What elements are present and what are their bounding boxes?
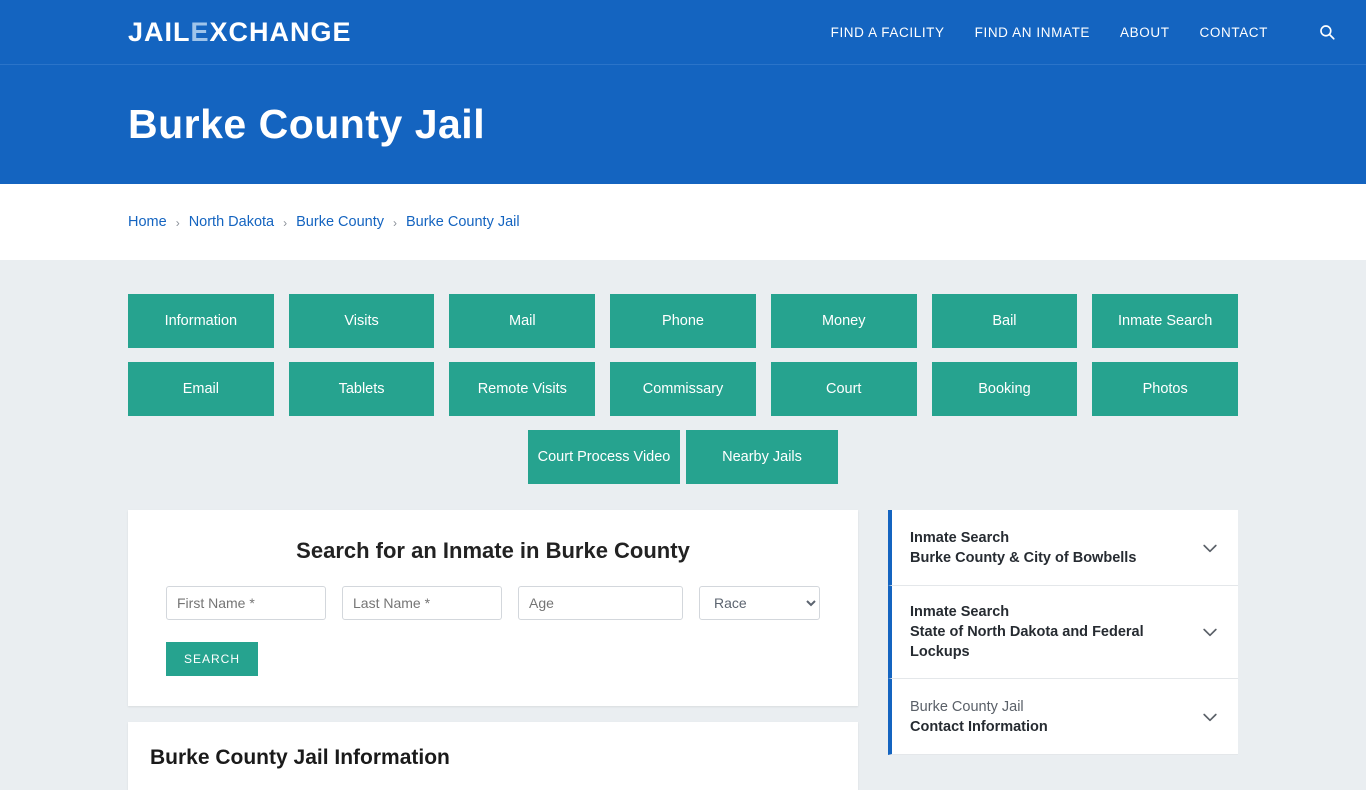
logo-text-e: E <box>190 16 210 47</box>
inmate-search-card: Search for an Inmate in Burke County Rac… <box>128 510 858 706</box>
jail-information-card: Burke County Jail Information <box>128 722 858 790</box>
accordion-text: Inmate Search Burke County & City of Bow… <box>910 528 1188 568</box>
accordion-item-subtitle: State of North Dakota and Federal Lockup… <box>910 624 1144 660</box>
jail-information-heading: Burke County Jail Information <box>150 746 450 769</box>
left-column: Search for an Inmate in Burke County Rac… <box>128 510 858 790</box>
facility-tabs-row-3: Court Process Video Nearby Jails <box>128 430 1238 484</box>
facility-tabs-row-1: Information Visits Mail Phone Money Bail… <box>127 294 1239 348</box>
tab-visits[interactable]: Visits <box>288 294 435 348</box>
tab-bail[interactable]: Bail <box>931 294 1078 348</box>
accordion-item-inmate-search-county[interactable]: Inmate Search Burke County & City of Bow… <box>888 510 1238 586</box>
nav-item-find-a-facility[interactable]: FIND A FACILITY <box>831 25 945 40</box>
accordion-item-title: Burke County Jail <box>910 698 1024 715</box>
facility-tabs-row-2: Email Tablets Remote Visits Commissary C… <box>127 362 1239 416</box>
logo-text-jail: JAIL <box>128 16 191 47</box>
accordion-item-subtitle: Contact Information <box>910 718 1048 735</box>
facility-section-tabs: Information Visits Mail Phone Money Bail… <box>127 294 1239 484</box>
breadcrumb-bar: Home › North Dakota › Burke County › Bur… <box>0 184 1366 260</box>
accordion-item-contact-information[interactable]: Burke County Jail Contact Information <box>888 679 1238 755</box>
nav-item-find-an-inmate[interactable]: FIND AN INMATE <box>975 25 1090 40</box>
content-columns: Search for an Inmate in Burke County Rac… <box>128 510 1238 790</box>
breadcrumb-separator-icon: › <box>283 216 288 230</box>
accordion-text: Burke County Jail Contact Information <box>910 697 1188 737</box>
search-submit-button[interactable]: SEARCH <box>166 642 259 676</box>
top-navigation-bar: JAILEXCHANGE FIND A FACILITY FIND AN INM… <box>0 0 1366 64</box>
tab-tablets[interactable]: Tablets <box>288 362 435 416</box>
search-icon[interactable] <box>1316 21 1338 43</box>
accordion-item-subtitle: Burke County & City of Bowbells <box>910 549 1137 566</box>
tab-booking[interactable]: Booking <box>931 362 1078 416</box>
tab-court[interactable]: Court <box>770 362 917 416</box>
tab-inmate-search[interactable]: Inmate Search <box>1092 294 1239 348</box>
chevron-down-icon[interactable] <box>1200 707 1220 727</box>
chevron-down-icon[interactable] <box>1200 622 1220 642</box>
chevron-down-icon[interactable] <box>1200 538 1220 558</box>
tab-phone[interactable]: Phone <box>610 294 756 348</box>
logo-text-xchange: XCHANGE <box>209 16 352 47</box>
site-logo[interactable]: JAILEXCHANGE <box>128 17 352 48</box>
main-content: Information Visits Mail Phone Money Bail… <box>0 260 1366 790</box>
main-nav: FIND A FACILITY FIND AN INMATE ABOUT CON… <box>831 21 1338 43</box>
accordion-item-title: Inmate Search <box>910 529 1010 546</box>
race-select[interactable]: Race <box>699 586 820 620</box>
tab-information[interactable]: Information <box>127 294 274 348</box>
page-hero: Burke County Jail <box>0 64 1366 184</box>
tab-commissary[interactable]: Commissary <box>610 362 756 416</box>
first-name-input[interactable] <box>166 586 326 620</box>
tab-nearby-jails[interactable]: Nearby Jails <box>686 430 838 484</box>
breadcrumb-item-north-dakota[interactable]: North Dakota <box>189 214 274 230</box>
last-name-input[interactable] <box>342 586 502 620</box>
accordion-text: Inmate Search State of North Dakota and … <box>910 602 1188 662</box>
breadcrumb-item-home[interactable]: Home <box>128 214 167 230</box>
tab-remote-visits[interactable]: Remote Visits <box>449 362 596 416</box>
accordion-item-inmate-search-state[interactable]: Inmate Search State of North Dakota and … <box>888 586 1238 679</box>
sidebar-accordion: Inmate Search Burke County & City of Bow… <box>888 510 1238 755</box>
tab-photos[interactable]: Photos <box>1092 362 1239 416</box>
tab-email[interactable]: Email <box>127 362 274 416</box>
accordion-item-title: Inmate Search <box>910 604 1010 620</box>
nav-item-contact[interactable]: CONTACT <box>1200 25 1268 40</box>
inmate-search-form: Race <box>150 586 836 620</box>
breadcrumb-separator-icon: › <box>175 216 180 230</box>
nav-item-about[interactable]: ABOUT <box>1120 25 1170 40</box>
breadcrumb-item-current: Burke County Jail <box>405 214 520 230</box>
tab-court-process-video[interactable]: Court Process Video <box>528 430 680 484</box>
age-input[interactable] <box>518 586 683 620</box>
breadcrumb-separator-icon: › <box>392 216 397 230</box>
tab-money[interactable]: Money <box>770 294 917 348</box>
tab-mail[interactable]: Mail <box>449 294 596 348</box>
page-title: Burke County Jail <box>128 101 486 147</box>
inmate-search-heading: Search for an Inmate in Burke County <box>296 538 690 563</box>
breadcrumb-item-burke-county[interactable]: Burke County <box>296 214 384 230</box>
breadcrumb: Home › North Dakota › Burke County › Bur… <box>128 214 520 230</box>
